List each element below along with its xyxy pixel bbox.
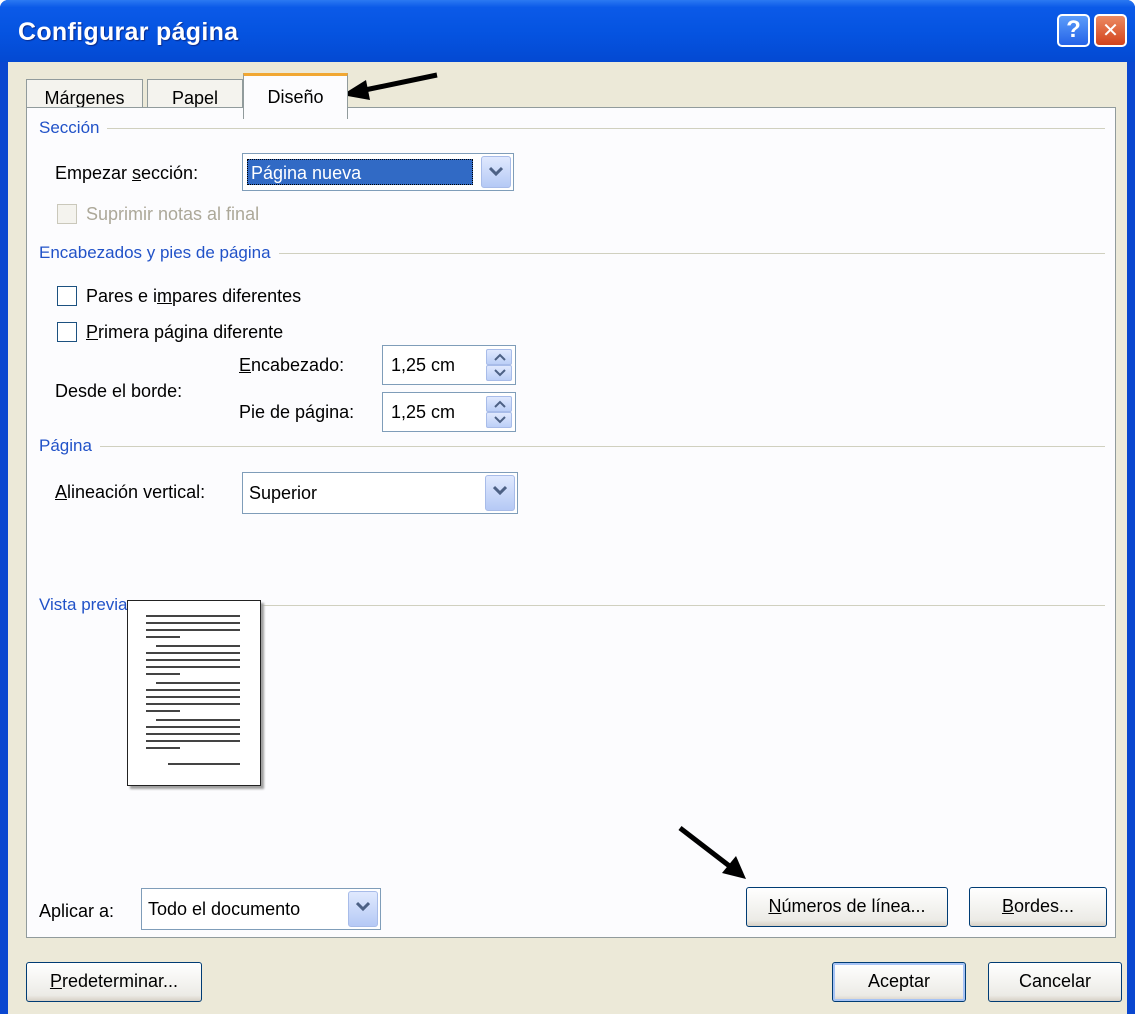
suprimir-notas-label: Suprimir notas al final xyxy=(86,204,260,224)
tab-panel-diseno: Sección Empezar sección: Página nueva Su… xyxy=(26,107,1116,938)
empezar-seccion-label: Empezar sección: xyxy=(55,163,199,183)
pie-pagina-value: 1,25 cm xyxy=(391,402,456,422)
window-title: Configurar página xyxy=(18,18,239,46)
section-divider xyxy=(39,128,1105,129)
section-heading-vista-previa: Vista previa xyxy=(39,595,136,615)
primera-pagina-label: Primera página diferente xyxy=(86,322,284,342)
pie-pagina-spinner[interactable]: 1,25 cm xyxy=(382,392,516,432)
tab-diseno[interactable]: Diseño xyxy=(243,73,348,119)
predeterminar-button[interactable]: Predeterminar... xyxy=(26,962,202,1002)
pie-pagina-spin-down[interactable] xyxy=(486,412,512,428)
dialog-window: Configurar página ? ✕ Márgenes Papel Dis… xyxy=(0,0,1135,1014)
encabezado-spin-down[interactable] xyxy=(486,365,512,381)
chevron-down-icon xyxy=(489,166,503,177)
section-heading-seccion: Sección xyxy=(39,118,108,138)
empezar-seccion-value: Página nueva xyxy=(247,159,473,185)
section-heading-encabezados: Encabezados y pies de página xyxy=(39,243,279,263)
empezar-seccion-dropdown[interactable]: Página nueva xyxy=(242,153,514,191)
encabezado-spin-up[interactable] xyxy=(486,349,512,365)
primera-pagina-checkbox[interactable] xyxy=(57,322,77,342)
bordes-button[interactable]: Bordes... xyxy=(969,887,1107,927)
title-bar[interactable]: Configurar página ? ✕ xyxy=(0,0,1135,62)
dropdown-arrow-button[interactable] xyxy=(481,156,511,188)
encabezado-value: 1,25 cm xyxy=(391,355,456,375)
pie-pagina-label: Pie de página: xyxy=(239,402,355,422)
spin-down-icon xyxy=(494,416,506,424)
chevron-down-icon xyxy=(493,485,507,496)
suprimir-notas-checkbox[interactable] xyxy=(57,204,77,224)
pares-impares-label: Pares e impares diferentes xyxy=(86,286,302,306)
encabezado-spinner[interactable]: 1,25 cm xyxy=(382,345,516,385)
spin-down-icon xyxy=(494,369,506,377)
help-button[interactable]: ? xyxy=(1057,14,1090,47)
alineacion-vertical-value: Superior xyxy=(249,483,318,503)
aplicar-a-dropdown[interactable]: Todo el documento xyxy=(141,888,381,930)
pie-pagina-spin-up[interactable] xyxy=(486,396,512,412)
desde-borde-label: Desde el borde: xyxy=(55,381,183,401)
cancelar-button[interactable]: Cancelar xyxy=(988,962,1122,1002)
alineacion-vertical-dropdown[interactable]: Superior xyxy=(242,472,518,514)
aplicar-a-value: Todo el documento xyxy=(148,899,301,919)
section-divider xyxy=(39,446,1105,447)
spin-up-icon xyxy=(494,400,506,408)
dialog-client-area: Márgenes Papel Diseño Sección Empezar se… xyxy=(8,62,1127,1014)
preview-page-thumbnail xyxy=(127,600,261,786)
encabezado-label: Encabezado: xyxy=(239,355,345,375)
alineacion-vertical-label: Alineación vertical: xyxy=(55,482,206,502)
pares-impares-checkbox[interactable] xyxy=(57,286,77,306)
aceptar-button[interactable]: Aceptar xyxy=(832,962,966,1002)
spin-up-icon xyxy=(494,353,506,361)
aplicar-a-label: Aplicar a: xyxy=(39,901,115,921)
numeros-de-linea-button[interactable]: Números de línea... xyxy=(746,887,948,927)
dropdown-arrow-button[interactable] xyxy=(485,475,515,511)
close-button[interactable]: ✕ xyxy=(1094,14,1127,47)
section-heading-pagina: Página xyxy=(39,436,100,456)
chevron-down-icon xyxy=(356,901,370,912)
dropdown-arrow-button[interactable] xyxy=(348,891,378,927)
close-icon: ✕ xyxy=(1102,20,1119,42)
